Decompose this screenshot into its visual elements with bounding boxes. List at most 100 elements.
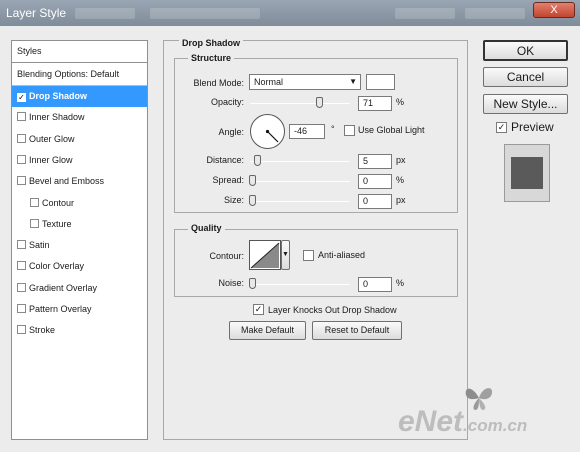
style-item-checkbox[interactable]	[17, 325, 26, 335]
new-style-button[interactable]: New Style...	[483, 94, 568, 114]
style-item-checkbox[interactable]	[17, 176, 26, 186]
style-item-label: Gradient Overlay	[29, 282, 98, 293]
style-item-label: Stroke	[29, 325, 56, 336]
spread-slider-thumb[interactable]	[249, 175, 256, 186]
style-item-checkbox[interactable]	[17, 112, 26, 122]
title-bar-decoration	[395, 8, 455, 19]
spread-unit: %	[396, 175, 405, 185]
opacity-unit: %	[396, 97, 405, 107]
opacity-slider-thumb[interactable]	[316, 97, 323, 108]
style-item-checkbox[interactable]	[17, 154, 26, 164]
style-item-checkbox[interactable]	[30, 218, 39, 228]
noise-slider-thumb[interactable]	[249, 278, 256, 289]
opacity-input[interactable]: 71	[358, 96, 392, 111]
spread-value: 0	[363, 176, 369, 186]
close-button[interactable]: X	[533, 2, 575, 18]
ok-label: OK	[516, 44, 535, 58]
window-title: Layer Style	[6, 6, 67, 20]
opacity-label: Opacity:	[210, 97, 244, 107]
distance-slider-thumb[interactable]	[254, 155, 261, 166]
angle-dial-needle	[265, 129, 279, 143]
blend-mode-dropdown[interactable]: Normal ▼	[249, 74, 361, 90]
reset-to-default-button[interactable]: Reset to Default	[312, 321, 402, 340]
distance-label: Distance:	[206, 155, 244, 165]
distance-slider-track[interactable]	[250, 161, 350, 162]
spread-slider-track[interactable]	[250, 181, 350, 182]
style-item-checkbox[interactable]	[17, 240, 26, 250]
style-item-label: Color Overlay	[29, 261, 85, 272]
size-slider-track[interactable]	[250, 201, 350, 202]
noise-input[interactable]: 0	[358, 277, 392, 292]
styles-header-label: Styles	[17, 46, 42, 56]
size-slider-thumb[interactable]	[249, 195, 256, 206]
ok-button[interactable]: OK	[483, 40, 568, 61]
preview-label: Preview	[511, 120, 554, 134]
style-item-label: Pattern Overlay	[29, 304, 92, 314]
cancel-button[interactable]: Cancel	[483, 67, 568, 87]
drop-shadow-title: Drop Shadow	[179, 38, 243, 48]
style-item[interactable]: Texture	[12, 214, 147, 235]
anti-aliased-checkbox[interactable]	[303, 250, 314, 261]
blending-options-item[interactable]: Blending Options: Default	[12, 64, 147, 85]
style-item[interactable]: ✓ Drop Shadow	[12, 86, 147, 107]
style-item[interactable]: Inner Glow	[12, 150, 147, 171]
watermark-logo: eNet.com.cn	[398, 405, 527, 439]
style-item[interactable]: Satin	[12, 235, 147, 256]
angle-dial[interactable]	[250, 114, 285, 149]
style-item-checkbox[interactable]	[30, 197, 39, 207]
style-item[interactable]: Outer Glow	[12, 129, 147, 150]
style-item-checkbox[interactable]	[17, 304, 26, 313]
quality-title: Quality	[188, 223, 225, 233]
opacity-slider-track[interactable]	[250, 103, 350, 104]
style-item-label: Inner Glow	[29, 154, 73, 165]
style-item[interactable]: Bevel and Emboss	[12, 171, 147, 192]
angle-input[interactable]: -46	[289, 124, 325, 139]
anti-aliased-label: Anti-aliased	[318, 250, 366, 260]
blend-mode-label: Blend Mode:	[193, 78, 244, 88]
layer-knocks-out-checkbox[interactable]: ✓	[253, 304, 264, 315]
style-item-label: Contour	[42, 197, 75, 208]
distance-unit: px	[396, 155, 406, 165]
angle-label: Angle:	[218, 127, 244, 137]
spread-input[interactable]: 0	[358, 174, 392, 189]
style-item[interactable]: Stroke	[12, 320, 147, 341]
distance-value: 5	[363, 156, 369, 166]
make-default-button[interactable]: Make Default	[229, 321, 306, 340]
style-item-label: Outer Glow	[29, 133, 75, 144]
style-item[interactable]: Pattern Overlay	[12, 299, 147, 320]
style-item-checkbox[interactable]: ✓	[17, 93, 26, 102]
watermark-logo-suffix: .com.cn	[463, 416, 528, 435]
style-item-checkbox[interactable]	[17, 261, 26, 271]
style-item-checkbox[interactable]	[17, 282, 26, 292]
style-item-label: Texture	[42, 218, 72, 229]
blending-options-label: Blending Options: Default	[17, 69, 120, 79]
noise-slider-track[interactable]	[250, 284, 350, 285]
styles-header[interactable]: Styles	[12, 41, 147, 63]
title-bar-decoration	[150, 8, 260, 19]
noise-value: 0	[363, 279, 369, 289]
checkmark-icon: ✓	[254, 304, 263, 314]
style-item[interactable]: Inner Shadow	[12, 107, 147, 128]
distance-input[interactable]: 5	[358, 154, 392, 169]
contour-preview[interactable]	[249, 240, 281, 270]
title-bar-decoration	[75, 8, 135, 19]
preview-checkbox[interactable]: ✓	[496, 122, 507, 133]
style-item-checkbox[interactable]	[17, 133, 26, 143]
style-item[interactable]: Color Overlay	[12, 256, 147, 277]
cancel-label: Cancel	[506, 70, 545, 84]
style-item-label: Drop Shadow	[29, 91, 87, 101]
size-input[interactable]: 0	[358, 194, 392, 209]
contour-dropdown-button[interactable]: ▼	[281, 240, 290, 270]
style-item[interactable]: Gradient Overlay	[12, 278, 147, 299]
title-bar-decoration	[465, 8, 525, 19]
style-preview	[504, 144, 550, 202]
style-item-label: Satin	[29, 240, 50, 251]
noise-label: Noise:	[218, 278, 244, 288]
contour-curve-icon	[250, 242, 280, 269]
noise-unit: %	[396, 278, 405, 288]
use-global-light-label: Use Global Light	[358, 125, 425, 135]
style-item[interactable]: Contour	[12, 193, 147, 214]
use-global-light-checkbox[interactable]	[344, 125, 355, 136]
shadow-color-swatch[interactable]	[366, 74, 395, 90]
make-default-label: Make Default	[240, 325, 295, 335]
